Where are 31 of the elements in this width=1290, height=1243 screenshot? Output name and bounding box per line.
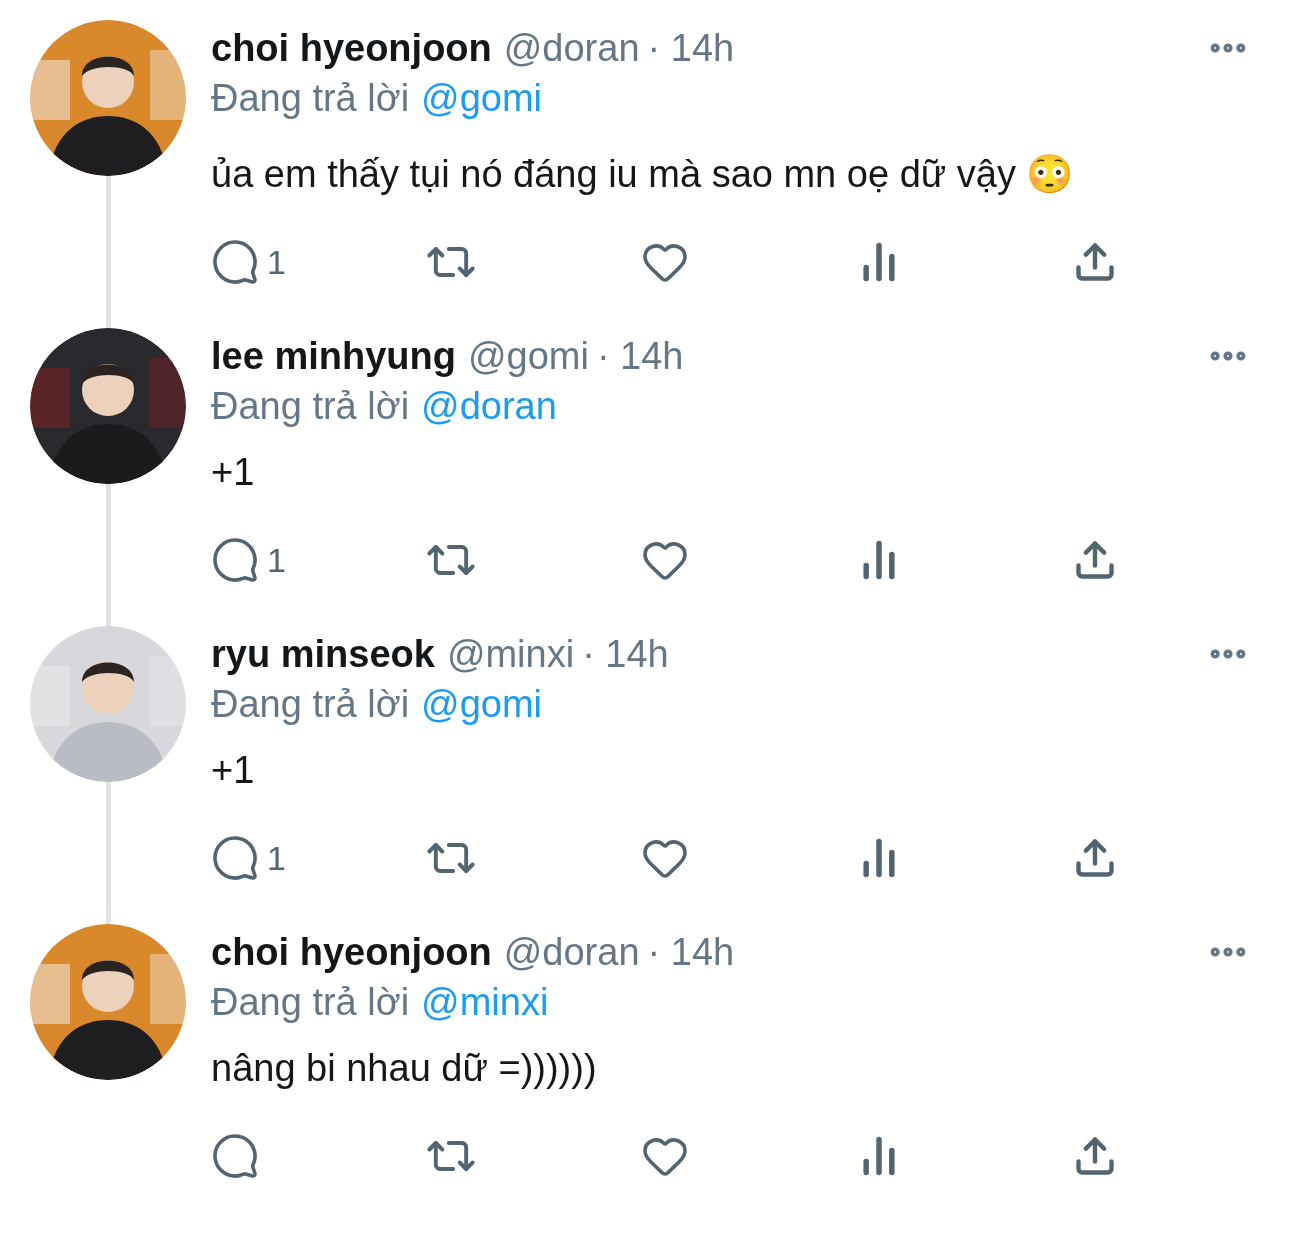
tweet-text: +1 xyxy=(211,748,255,793)
user-name[interactable]: choi hyeonjoon xyxy=(211,931,492,973)
reply-count: 1 xyxy=(267,241,286,283)
reply-icon[interactable] xyxy=(211,1132,259,1180)
reply-count: 1 xyxy=(267,837,286,879)
share-icon[interactable] xyxy=(1073,538,1117,582)
user-handle: @doran xyxy=(503,27,640,69)
user-handle: @minxi xyxy=(446,633,575,675)
tweet-text: nâng bi nhau dữ =)))))) xyxy=(211,1046,597,1091)
user-handle: @doran xyxy=(503,931,640,973)
reply-icon[interactable] xyxy=(211,834,259,882)
tweet-text: ủa em thấy tụi nó đáng iu mà sao mn oẹ dữ vậy 😳 xyxy=(211,152,1074,197)
tweet-time: · 14h xyxy=(647,931,735,973)
reply-label: Đang trả lời xyxy=(211,385,410,427)
user-name[interactable]: ryu minseok xyxy=(211,633,435,675)
user-name[interactable]: choi hyeonjoon xyxy=(211,27,492,69)
reply-count: 1 xyxy=(267,539,286,581)
tweet-text: +1 xyxy=(211,450,255,495)
share-icon[interactable] xyxy=(1073,836,1117,880)
reply-icon[interactable] xyxy=(211,536,259,584)
share-icon[interactable] xyxy=(1073,240,1117,284)
reply-icon[interactable] xyxy=(211,238,259,286)
reply-label: Đang trả lời xyxy=(211,683,410,725)
tweet-time: · 14h xyxy=(647,27,735,69)
share-icon[interactable] xyxy=(1073,1134,1117,1178)
reply-label: Đang trả lời xyxy=(211,77,410,119)
reply-label: Đang trả lời xyxy=(211,981,410,1023)
user-name[interactable]: lee minhyung xyxy=(211,335,456,377)
tweet-time: · 14h xyxy=(582,633,669,675)
tweet-time: · 14h xyxy=(596,335,684,377)
user-handle: @gomi xyxy=(467,335,589,377)
